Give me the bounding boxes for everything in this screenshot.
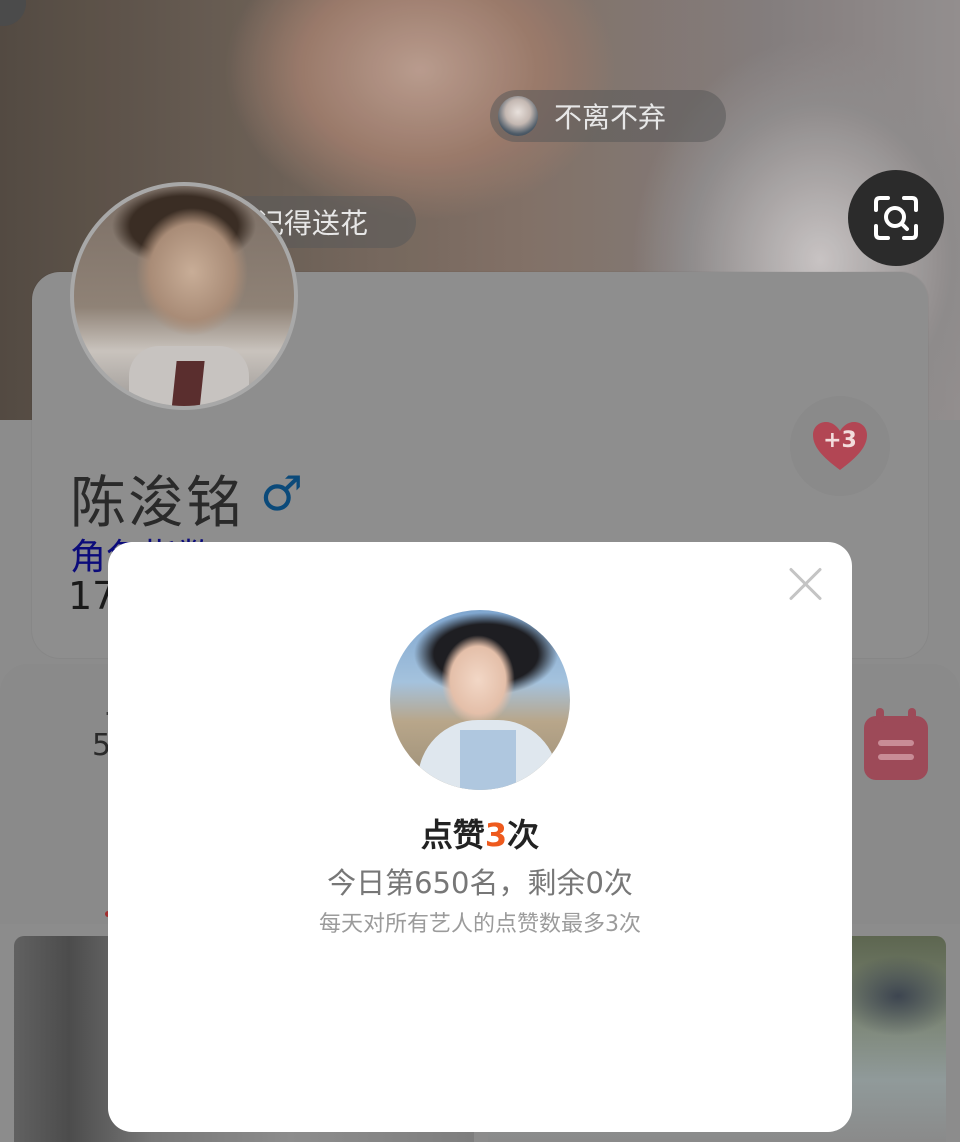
like-bonus-label: +3	[823, 428, 857, 453]
like-button[interactable]: +3	[790, 396, 890, 496]
calendar-icon[interactable]	[862, 706, 930, 782]
avatar-shirt	[460, 730, 516, 790]
dialog-title: 点赞3次	[108, 810, 852, 856]
close-icon[interactable]	[782, 560, 830, 608]
like-result-dialog: 点赞3次 今日第650名，剩余0次 每天对所有艺人的点赞数最多3次	[108, 542, 852, 1132]
profile-avatar[interactable]	[70, 182, 298, 410]
male-gender-icon: ♂	[260, 466, 304, 522]
artist-name: 陈浚铭	[70, 471, 244, 536]
scan-button[interactable]	[848, 170, 944, 266]
status-pill-text: 不离不弃	[554, 101, 667, 134]
dialog-title-suffix: 次	[507, 816, 540, 854]
dialog-avatar	[390, 610, 570, 790]
status-pill[interactable]: 不离不弃	[490, 90, 726, 142]
dialog-title-prefix: 点赞	[420, 816, 485, 854]
rule-text: 每天对所有艺人的点赞数最多3次	[319, 912, 641, 937]
scan-icon	[874, 196, 918, 240]
avatar-tie	[171, 361, 205, 406]
like-count: 3	[484, 816, 508, 854]
pill-avatar	[498, 96, 538, 136]
rank-text: 今日第650名，剩余0次	[327, 866, 633, 900]
